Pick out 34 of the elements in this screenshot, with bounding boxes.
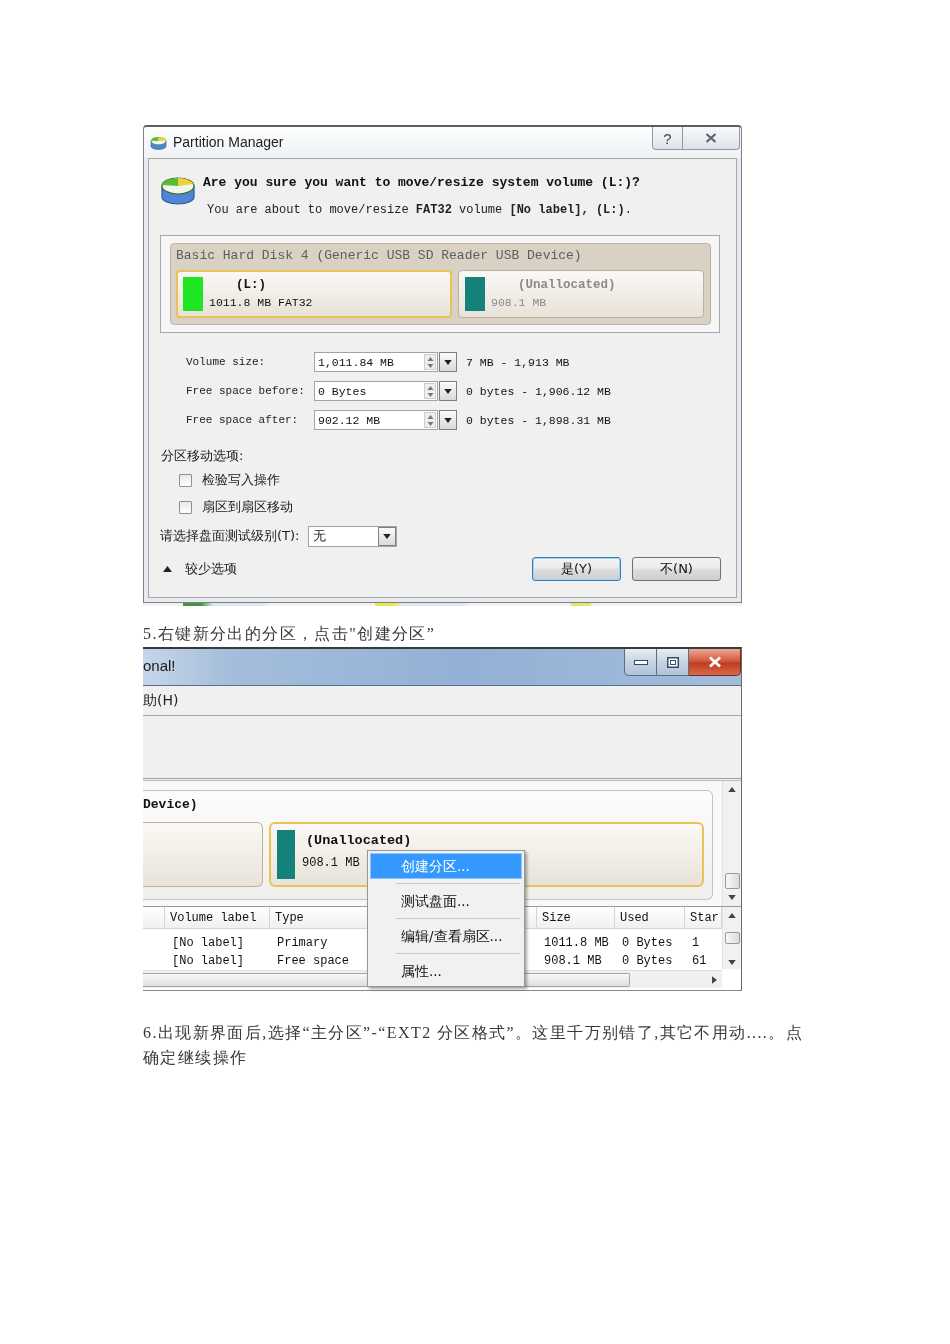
- field-label: Volume size:: [186, 355, 266, 370]
- range-text: 0 bytes - 1,898.31 MB: [466, 413, 611, 427]
- window-title: Partition Manager: [173, 134, 284, 151]
- field-label: Free space after:: [186, 413, 299, 428]
- partition-size: 908.1 MB: [491, 295, 547, 311]
- range-text: 7 MB - 1,913 MB: [466, 355, 570, 369]
- partition-size: 1011.8 MB FAT32: [209, 295, 313, 311]
- table-cell-text: 1: [692, 935, 700, 952]
- table-cell-text: Primary: [277, 935, 328, 952]
- caption-text: 5.右键新分出的分区，点击"创建分区”: [143, 624, 436, 644]
- caption-text: 6.出现新界面后,选择“主分区”-“EXT2 分区格式”。这里千万别错了,其它不用动....。点确定继续操作: [143, 1023, 805, 1068]
- table-cell-text: 61: [692, 953, 707, 970]
- message-text: You are about to move/resize FAT32 volume [No label], (L:).: [207, 202, 632, 218]
- partition-name: (Unallocated): [518, 277, 616, 294]
- section-label: 分区移动选项:: [161, 447, 244, 465]
- disk-title: Device): [143, 797, 198, 813]
- field-label: 请选择盘面测试级别(T):: [160, 527, 300, 545]
- window-title: onal!: [143, 656, 176, 676]
- table-cell-text: 0 Bytes: [622, 953, 673, 970]
- table-cell-text: 1011.8 MB: [544, 935, 609, 952]
- question-text: Are you sure you want to move/resize system volume (L:)?: [203, 175, 640, 191]
- table-cell-text: [No label]: [172, 935, 244, 952]
- partition-name: (L:): [236, 277, 266, 294]
- table-cell-text: 0 Bytes: [622, 935, 673, 952]
- disk-title: Basic Hard Disk 4 (Generic USB SD Reader USB Device): [176, 247, 582, 264]
- checkbox-label: 检验写入操作: [202, 471, 280, 489]
- table-cell-text: [No label]: [172, 953, 244, 970]
- partition-name: (Unallocated): [306, 832, 412, 850]
- checkbox-label: 扇区到扇区移动: [202, 498, 293, 516]
- range-text: 0 bytes - 1,906.12 MB: [466, 384, 611, 398]
- table-cell-text: 908.1 MB: [544, 953, 602, 970]
- table-cell-text: Free space: [277, 953, 349, 970]
- field-label: Free space before:: [186, 384, 305, 399]
- partition-size: 908.1 MB: [302, 855, 360, 872]
